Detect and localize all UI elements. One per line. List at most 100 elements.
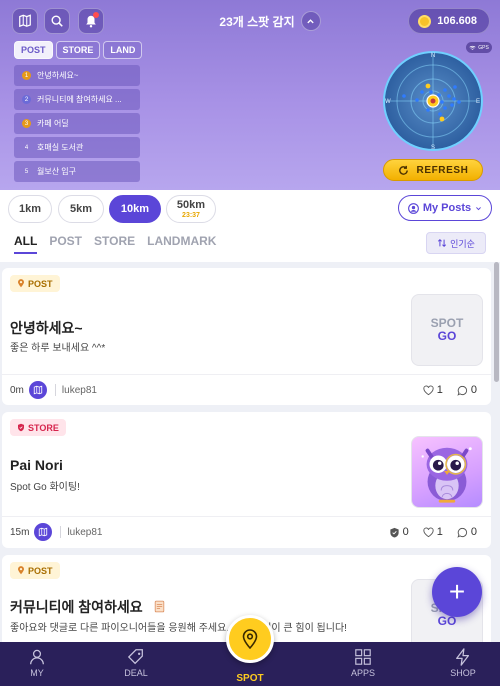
sort-icon: [437, 238, 447, 248]
separator: [60, 526, 62, 538]
separator: [54, 384, 56, 396]
map-icon: [19, 14, 31, 28]
person-icon: [30, 649, 44, 665]
distance-1km[interactable]: 1km: [8, 195, 52, 223]
comment-button[interactable]: 0: [457, 526, 477, 538]
owl-image: [421, 447, 472, 503]
search-button[interactable]: [44, 8, 70, 34]
tab-post[interactable]: POST: [49, 234, 82, 254]
segment-store[interactable]: STORE: [55, 41, 101, 59]
sort-button[interactable]: 인기순: [426, 232, 486, 254]
location-pin-icon: [242, 629, 258, 649]
feed-card[interactable]: POST 안녕하세요~ 좋은 하루 보내세요 ^^* SPOT GO 0m lu…: [2, 268, 491, 405]
tag-label: STORE: [28, 422, 59, 433]
my-posts-label: My Posts: [422, 202, 472, 214]
card-distance: 15m: [10, 526, 30, 538]
distance-10km[interactable]: 10km: [109, 195, 161, 223]
radar-me-center: [430, 98, 436, 104]
like-button[interactable]: 1: [423, 384, 443, 396]
card-title-row: 커뮤니티에 참여하세요: [10, 597, 166, 617]
tag-label: POST: [28, 278, 53, 289]
radar-s: S: [431, 145, 435, 151]
map-button[interactable]: [12, 8, 38, 34]
spot-num: 2: [22, 95, 31, 104]
tab-all[interactable]: ALL: [14, 234, 38, 254]
spot-row[interactable]: 2 커뮤니티에 참여하세요 ...: [14, 89, 140, 110]
segment-post[interactable]: POST: [14, 41, 53, 59]
card-footer: 0m lukep81 1 0: [10, 380, 477, 400]
post-tag: POST: [10, 562, 60, 579]
feed-list: POST 안녕하세요~ 좋은 하루 보내세요 ^^* SPOT GO 0m lu…: [0, 262, 500, 642]
card-username[interactable]: lukep81: [62, 385, 97, 396]
radar[interactable]: N S W E: [382, 50, 484, 152]
shield-icon: [390, 527, 399, 538]
feed-card[interactable]: STORE Pai Nori Spot Go 화이팅! 15m lukep81 …: [2, 412, 491, 548]
map-icon[interactable]: [28, 381, 47, 399]
card-divider: [2, 374, 491, 375]
sort-label: 인기순: [450, 238, 475, 249]
lightning-icon: [456, 648, 470, 666]
coin-balance[interactable]: 106.608: [408, 8, 490, 34]
tab-landmark[interactable]: LANDMARK: [147, 234, 216, 254]
spot-list: 1 안녕하세요~ 2 커뮤니티에 참여하세요 ... 3 카페 어딜 4 호매실…: [14, 65, 140, 182]
radar-n: N: [431, 53, 435, 59]
card-desc: 좋아요와 댓글로 다른 파이오니어들을 응원해 주세요. 작은 관심이 큰 힘이…: [10, 623, 347, 634]
distance-5km[interactable]: 5km: [58, 195, 104, 223]
spot-row[interactable]: 5 월보산 입구: [14, 161, 140, 182]
nav-spot-label: SPOT: [236, 673, 264, 684]
store-tag: STORE: [10, 419, 66, 436]
spot-row[interactable]: 1 안녕하세요~: [14, 65, 140, 86]
nav-shop[interactable]: SHOP: [423, 648, 500, 678]
refresh-icon: [398, 165, 408, 175]
spot-row[interactable]: 4 호매실 도서관: [14, 137, 140, 158]
spot-num: 4: [24, 144, 29, 151]
distance-50km-label: 50km: [176, 198, 206, 211]
tab-store[interactable]: STORE: [94, 234, 135, 254]
shield-count: 0: [402, 526, 409, 538]
add-post-button[interactable]: +: [432, 567, 482, 617]
card-thumbnail[interactable]: SPOT GO: [411, 294, 483, 366]
shield-count-button[interactable]: 0: [389, 526, 409, 538]
chevron-up-icon[interactable]: [300, 11, 321, 31]
scrollbar[interactable]: [494, 262, 499, 382]
comment-count: 0: [470, 384, 477, 396]
comment-button[interactable]: 0: [457, 384, 477, 396]
spot-label: 월보산 입구: [37, 167, 77, 176]
card-title: 안녕하세요~: [10, 320, 83, 336]
card-thumbnail[interactable]: [411, 436, 483, 508]
radar-e: E: [476, 99, 480, 105]
radar-w: W: [385, 99, 391, 105]
spot-label: 호매실 도서관: [37, 143, 84, 152]
card-username[interactable]: lukep81: [67, 527, 102, 538]
coin-amount: 106.608: [437, 15, 477, 27]
nav-my[interactable]: MY: [0, 648, 77, 678]
heart-icon: [423, 527, 434, 537]
spot-detect[interactable]: 23개 스팟 감지: [219, 11, 321, 31]
spot-num: 3: [22, 119, 31, 128]
heart-icon: [423, 385, 434, 395]
thumb-go-text: GO: [437, 329, 457, 343]
like-button[interactable]: 1: [423, 526, 443, 538]
distance-timer: 23:37: [182, 211, 200, 219]
notification-button[interactable]: [78, 8, 104, 34]
nav-deal-label: DEAL: [124, 668, 148, 678]
tag-icon: [127, 649, 143, 665]
spot-row[interactable]: 3 카페 어딜: [14, 113, 140, 134]
pin-icon: [18, 566, 24, 575]
nav-my-label: MY: [30, 668, 44, 678]
map-icon[interactable]: [34, 523, 53, 541]
nav-apps[interactable]: APPS: [323, 648, 403, 678]
spot-num: 5: [24, 168, 29, 175]
nav-spot-button[interactable]: [226, 615, 274, 663]
shield-icon: [18, 423, 24, 432]
distance-50km[interactable]: 50km 23:37: [166, 195, 216, 223]
chevron-down-icon: [476, 206, 482, 210]
comment-icon: [457, 527, 467, 538]
segment-land[interactable]: LAND: [103, 41, 143, 59]
refresh-button[interactable]: REFRESH: [383, 159, 483, 181]
nav-deal[interactable]: DEAL: [96, 648, 176, 678]
spot-label: 카페 어딜: [37, 119, 69, 128]
my-posts-dropdown[interactable]: My Posts: [398, 195, 492, 221]
card-footer: 15m lukep81 0 1 0: [10, 522, 477, 542]
spot-num: 1: [22, 71, 31, 80]
